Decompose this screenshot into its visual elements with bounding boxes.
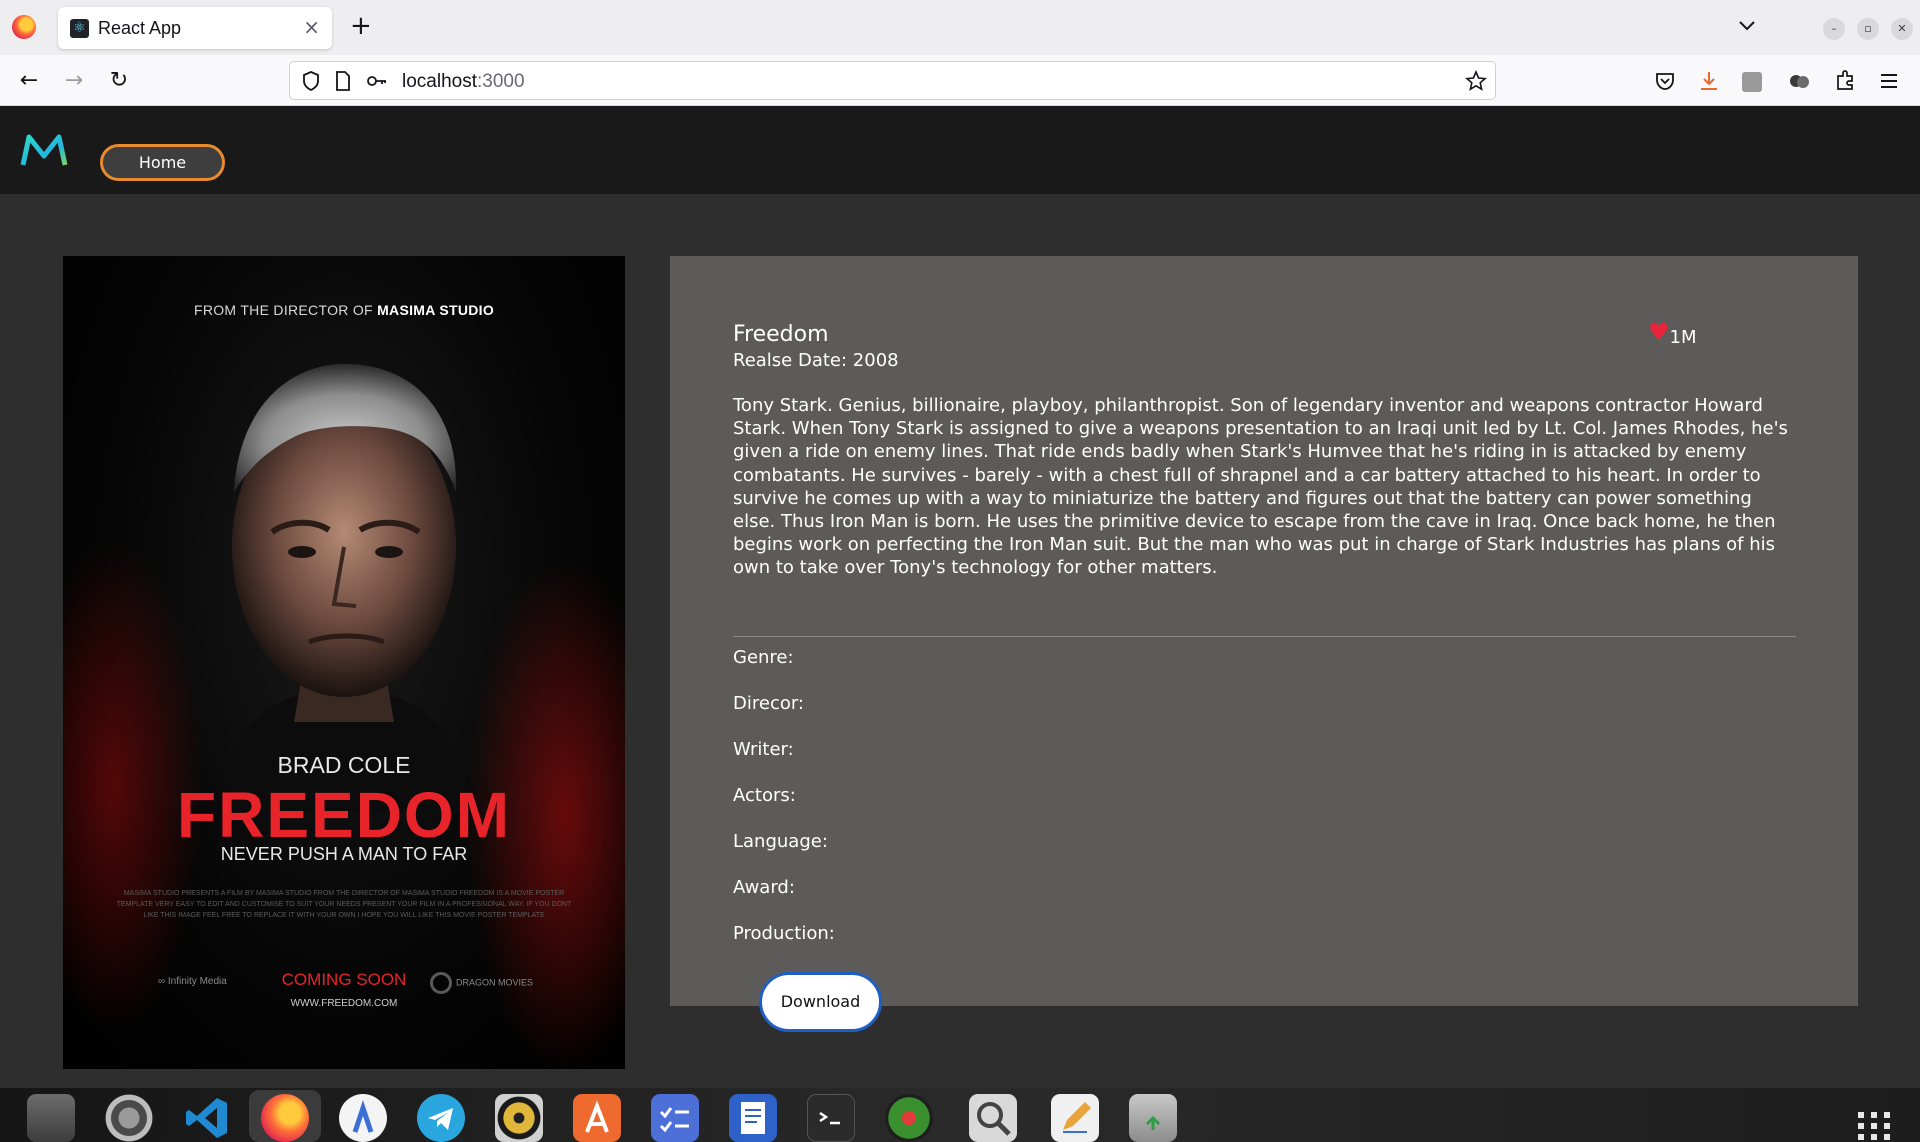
browser-tab[interactable]: ⚛ React App × xyxy=(58,7,332,49)
url-host: localhost xyxy=(402,71,477,92)
movie-title: Freedom xyxy=(733,322,829,347)
app-logo[interactable] xyxy=(20,134,68,168)
director-label: Direcor: xyxy=(733,693,804,714)
poster-top-prefix: FROM THE DIRECTOR OF xyxy=(193,302,378,318)
react-favicon-icon: ⚛ xyxy=(70,19,89,38)
page-icon[interactable] xyxy=(332,70,354,92)
home-nav-button[interactable]: Home xyxy=(100,144,225,181)
poster-credits: MASIMA STUDIO PRESENTS A FILM BY MASIMA … xyxy=(116,890,572,919)
poster-top-studio: MASIMA STUDIO xyxy=(377,302,495,318)
divider xyxy=(733,636,1796,637)
firefox-icon[interactable] xyxy=(12,15,36,39)
close-window-icon[interactable]: ✕ xyxy=(1891,18,1913,40)
dragon-ring-icon xyxy=(430,972,452,994)
show-apps-grid-icon[interactable] xyxy=(1856,1110,1892,1140)
actors-label: Actors: xyxy=(733,785,796,806)
movie-plot: Tony Stark. Genius, billionaire, playboy… xyxy=(733,395,1788,579)
url-text[interactable]: localhost:3000 xyxy=(402,71,525,93)
hamburger-menu-icon[interactable] xyxy=(1876,68,1902,94)
poster-top-line: FROM THE DIRECTOR OF MASIMA STUDIO xyxy=(63,302,625,318)
poster-studio-right: DRAGON MOVIES xyxy=(430,972,533,994)
key-icon[interactable] xyxy=(366,70,388,92)
image-viewer-icon[interactable] xyxy=(969,1094,1017,1142)
rhythmbox-icon[interactable] xyxy=(495,1094,543,1142)
release-date: Realse Date: 2008 xyxy=(733,350,899,371)
todo-app-icon[interactable] xyxy=(651,1094,699,1142)
extension-archive-icon[interactable] xyxy=(1742,72,1762,92)
android-studio-icon[interactable] xyxy=(339,1094,387,1142)
reload-icon[interactable]: ↻ xyxy=(106,68,132,94)
back-arrow-icon[interactable]: ← xyxy=(16,68,42,94)
new-tab-button[interactable]: + xyxy=(350,12,372,40)
production-label: Production: xyxy=(733,923,835,944)
poster-coming-soon: COMING SOON xyxy=(281,970,407,989)
download-icon[interactable] xyxy=(1696,68,1722,94)
actor-portrait-image xyxy=(224,363,464,812)
vscode-icon[interactable] xyxy=(183,1094,231,1142)
tab-close-icon[interactable]: × xyxy=(303,15,320,39)
files-app-icon[interactable] xyxy=(27,1094,75,1142)
genre-label: Genre: xyxy=(733,647,794,668)
restore-icon[interactable]: ▫ xyxy=(1857,18,1879,40)
url-port: :3000 xyxy=(477,71,525,92)
minimize-icon[interactable]: – xyxy=(1823,18,1845,40)
movie-poster: FROM THE DIRECTOR OF MASIMA STUDIO BRAD … xyxy=(63,256,625,1069)
writer-document-icon[interactable] xyxy=(729,1094,777,1142)
extensions-puzzle-icon[interactable] xyxy=(1832,68,1858,94)
telegram-icon[interactable] xyxy=(417,1094,465,1142)
tab-title: React App xyxy=(98,18,182,38)
shield-icon[interactable] xyxy=(300,70,322,92)
language-label: Language: xyxy=(733,831,828,852)
heart-icon[interactable]: ♥ xyxy=(1648,318,1670,346)
firefox-dock-icon[interactable] xyxy=(261,1094,309,1142)
award-label: Award: xyxy=(733,877,795,898)
poster-website: WWW.FREEDOM.COM xyxy=(290,998,398,1009)
poster-title: FREEDOM xyxy=(177,779,511,851)
app-header: Home xyxy=(0,106,1920,194)
browser-nav-bar: ← → ↻ localhost:3000 xyxy=(0,55,1920,106)
writer-label: Writer: xyxy=(733,739,794,760)
poster-tagline: NEVER PUSH A MAN TO FAR xyxy=(220,844,468,864)
trash-icon[interactable] xyxy=(1129,1094,1177,1142)
likes-count: 1M xyxy=(1669,327,1697,348)
poster-actor-name: BRAD COLE xyxy=(277,752,411,778)
likes-counter[interactable]: ♥1M xyxy=(1648,318,1697,348)
url-bar[interactable]: localhost:3000 xyxy=(289,61,1496,100)
movie-details-panel: Freedom ♥1M Realse Date: 2008 Tony Stark… xyxy=(670,256,1858,1032)
extension-mask-icon[interactable] xyxy=(1786,68,1812,94)
download-button[interactable]: Download xyxy=(759,972,882,1032)
app-center-icon[interactable] xyxy=(573,1094,621,1142)
terminal-icon[interactable] xyxy=(807,1094,855,1142)
chevron-down-icon[interactable] xyxy=(1736,14,1758,36)
browser-tab-bar: ⚛ React App × + – ▫ ✕ xyxy=(0,0,1920,55)
desktop-taskbar xyxy=(0,1088,1920,1142)
pocket-icon[interactable] xyxy=(1652,68,1678,94)
forward-arrow-icon[interactable]: → xyxy=(61,68,87,94)
settings-gear-icon[interactable] xyxy=(105,1094,153,1142)
text-editor-icon[interactable] xyxy=(1051,1094,1099,1142)
meld-icon[interactable] xyxy=(885,1094,933,1142)
bookmark-star-icon[interactable] xyxy=(1465,70,1487,92)
poster-studio-right-text: DRAGON MOVIES xyxy=(456,977,534,988)
